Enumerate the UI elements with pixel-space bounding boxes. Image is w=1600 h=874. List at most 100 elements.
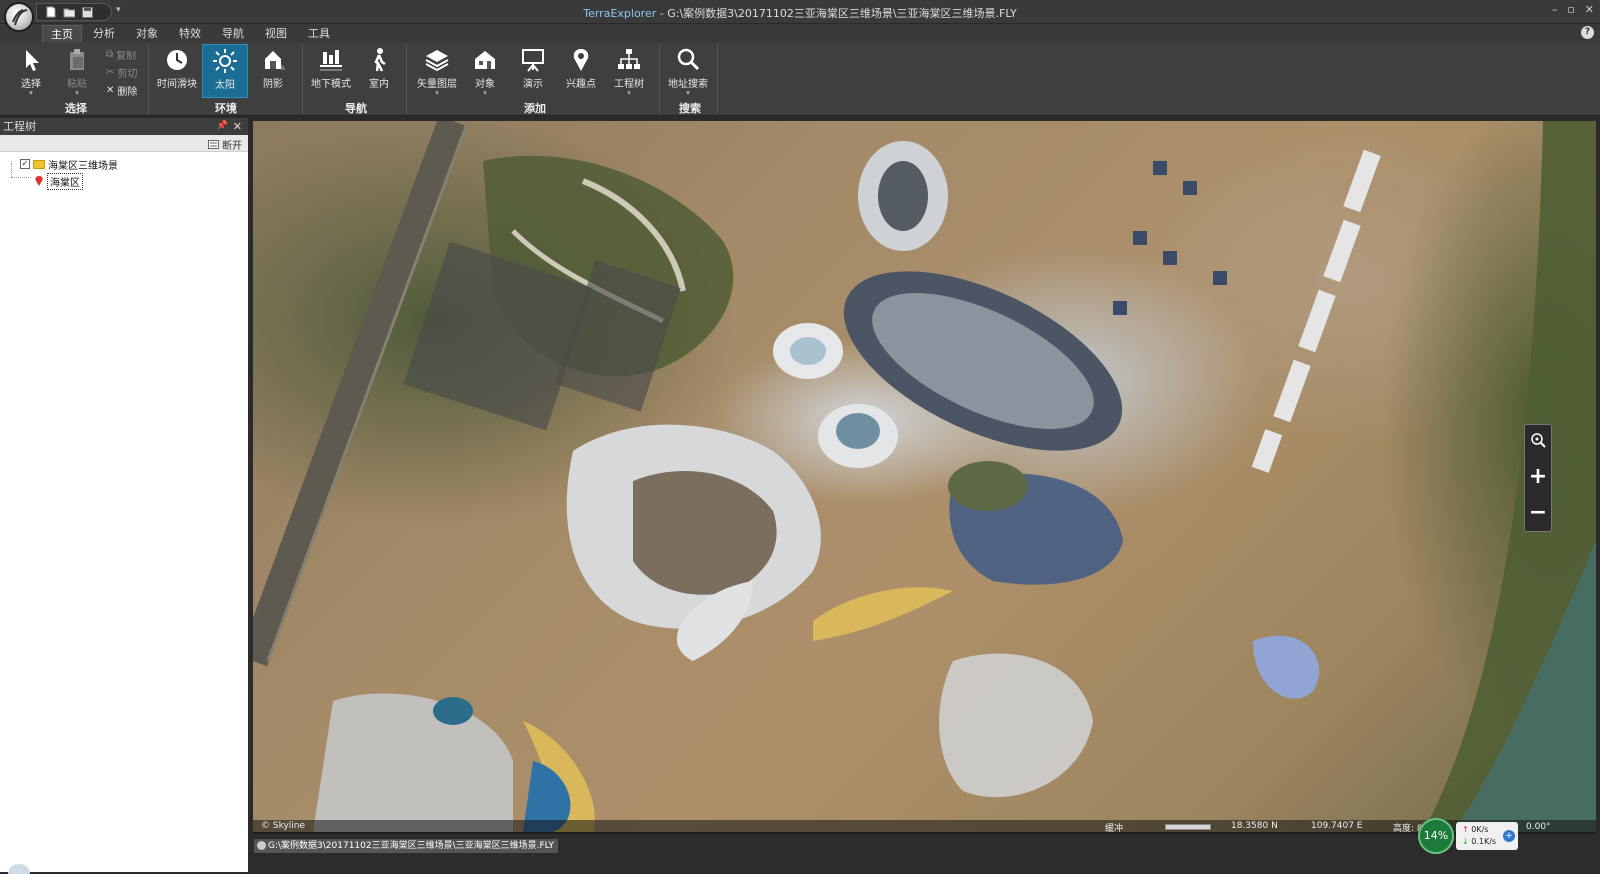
- zoom-extent-button[interactable]: [1527, 429, 1549, 451]
- tab-objects[interactable]: 对象: [128, 25, 166, 42]
- download-speed-row: ↓ 0.1K/s: [1462, 837, 1496, 846]
- upload-speed-row: ↑ 0K/s: [1462, 825, 1488, 834]
- vector-layer-dropdown-icon: ▾: [435, 89, 439, 97]
- folder-icon: [33, 159, 45, 169]
- select-dropdown-icon: ▾: [29, 89, 33, 97]
- project-tree-header: 工程树 📌 ✕: [0, 118, 248, 135]
- download-arrow-icon: ↓: [1462, 837, 1472, 846]
- location-pin-icon: [573, 49, 589, 71]
- ribbon-separator: [302, 44, 303, 114]
- app-logo[interactable]: [4, 2, 34, 32]
- zoom-out-button[interactable]: −: [1527, 499, 1549, 525]
- tree-checkbox[interactable]: ✓: [20, 159, 30, 169]
- poi-label: 兴趣点: [566, 79, 596, 90]
- heading-readout: 0.00°: [1526, 822, 1551, 832]
- tree-item-scene[interactable]: ✓ 海棠区三维场景: [20, 157, 118, 172]
- ribbon-separator: [717, 44, 718, 114]
- disconnect-icon: [208, 140, 219, 149]
- add-icon[interactable]: +: [1503, 830, 1515, 842]
- close-button[interactable]: ✕: [1585, 3, 1594, 16]
- disconnect-label: 断开: [222, 141, 242, 152]
- indoor-button[interactable]: 室内: [356, 44, 402, 98]
- paste-button[interactable]: 粘贴 ▾: [54, 44, 100, 98]
- address-search-dropdown-icon: ▾: [686, 89, 690, 97]
- map-3d-view[interactable]: [253, 121, 1596, 832]
- delete-x-icon: ✕: [106, 84, 115, 96]
- tree-item-location[interactable]: 海棠区: [34, 172, 83, 190]
- performance-widget: 14% ↑ 0K/s ↓ 0.1K/s +: [1418, 818, 1522, 856]
- minus-icon: −: [1528, 499, 1548, 525]
- skyline-watermark: © Skyline: [261, 821, 306, 831]
- map-status-bar: © Skyline 缓冲 18.3580 N 109.7407 E 高度: 82…: [253, 820, 1596, 834]
- cpu-usage-indicator: 14%: [1418, 818, 1454, 854]
- ribbon: 选择 ▾ 粘贴 ▾ ⧉ 复制 ✂ 剪切 ✕ 删除 选择 时间滑块 太阳 阴影 环境 地…: [0, 42, 1600, 116]
- object-dropdown-icon: ▾: [483, 89, 487, 97]
- tab-home[interactable]: 主页: [42, 25, 82, 42]
- poi-button[interactable]: 兴趣点: [558, 44, 604, 98]
- tab-effects[interactable]: 特效: [171, 25, 209, 42]
- project-tree-label: 工程树: [614, 79, 644, 90]
- app-name: TerraExplorer: [583, 7, 657, 20]
- pin-icon[interactable]: 📌: [217, 118, 228, 135]
- buffer-progress-bar: [1165, 824, 1211, 830]
- tab-navigation[interactable]: 导航: [214, 25, 252, 42]
- status-bar: G:\案例数据3\20171102三亚海棠区三维场景\三亚海棠区三维场景.FLY…: [248, 818, 1600, 872]
- zoom-location-icon: [1531, 433, 1546, 448]
- tab-analysis[interactable]: 分析: [85, 25, 123, 42]
- vector-layer-button[interactable]: 矢量图层 ▾: [414, 44, 460, 98]
- sun-button[interactable]: 太阳: [202, 44, 248, 98]
- project-tree-button[interactable]: 工程树 ▾: [606, 44, 652, 98]
- paste-dropdown-icon: ▾: [75, 89, 79, 97]
- document-tab[interactable]: G:\案例数据3\20171102三亚海棠区三维场景\三亚海棠区三维场景.FLY: [254, 839, 558, 853]
- project-tree-title: 工程树: [3, 120, 36, 133]
- select-label: 选择: [21, 79, 41, 90]
- disconnect-button[interactable]: 断开: [208, 137, 242, 152]
- location-pin-icon: [35, 176, 43, 186]
- window-file-path: - G:\案例数据3\20171102三亚海棠区三维场景\三亚海棠区三维场景.F…: [656, 7, 1017, 20]
- tab-tools[interactable]: 工具: [300, 25, 338, 42]
- underground-label: 地下模式: [311, 79, 351, 90]
- minimize-button[interactable]: –: [1552, 3, 1558, 16]
- project-tree-panel: 工程树 📌 ✕ 断开: [0, 118, 248, 872]
- maximize-button[interactable]: ▫: [1567, 3, 1574, 16]
- window-controls: – ▫ ✕: [1552, 3, 1594, 16]
- latitude-readout: 18.3580 N: [1231, 821, 1278, 831]
- underground-mode-button[interactable]: 地下模式: [308, 44, 354, 98]
- scissors-icon: ✂: [106, 66, 115, 78]
- select-button[interactable]: 选择 ▾: [8, 44, 54, 98]
- object-label: 对象: [475, 79, 495, 90]
- group-environment-label: 环境: [215, 102, 237, 115]
- title-bar: ▾ TerraExplorer - G:\案例数据3\20171102三亚海棠区…: [0, 0, 1600, 32]
- clock-icon: [167, 50, 187, 70]
- hierarchy-icon: [618, 49, 640, 69]
- time-slider-button[interactable]: 时间滑块: [154, 44, 200, 98]
- close-panel-icon[interactable]: ✕: [233, 118, 242, 135]
- plus-icon: +: [1528, 463, 1548, 489]
- presentation-board-icon: [522, 49, 544, 72]
- copy-icon: ⧉: [106, 48, 114, 60]
- delete-button[interactable]: ✕ 删除: [106, 82, 137, 98]
- longitude-readout: 109.7407 E: [1311, 821, 1363, 831]
- address-search-button[interactable]: 地址搜索 ▾: [665, 44, 711, 98]
- tab-view[interactable]: 视图: [257, 25, 295, 42]
- tree-item-label: 海棠区三维场景: [48, 160, 118, 172]
- zoom-in-button[interactable]: +: [1527, 463, 1549, 489]
- aerial-imagery: [253, 121, 1596, 832]
- paste-label: 粘贴: [67, 79, 87, 90]
- group-add-label: 添加: [524, 102, 546, 115]
- shadow-button[interactable]: 阴影: [250, 44, 296, 98]
- project-tree-toolbar: 断开: [0, 135, 248, 152]
- house-shadow-icon: [265, 51, 285, 70]
- group-search-label: 搜索: [679, 102, 701, 115]
- sun-label: 太阳: [215, 80, 235, 91]
- presentation-label: 演示: [523, 79, 543, 90]
- ribbon-separator: [406, 44, 407, 114]
- download-speed: 0.1K/s: [1471, 837, 1497, 846]
- help-icon[interactable]: ?: [1581, 26, 1594, 39]
- object-button[interactable]: 对象 ▾: [462, 44, 508, 98]
- address-search-label: 地址搜索: [668, 79, 708, 90]
- presentation-button[interactable]: 演示: [510, 44, 556, 98]
- clipboard-icon: [70, 49, 84, 70]
- copy-button[interactable]: ⧉ 复制: [106, 46, 136, 62]
- cut-button[interactable]: ✂ 剪切: [106, 64, 137, 80]
